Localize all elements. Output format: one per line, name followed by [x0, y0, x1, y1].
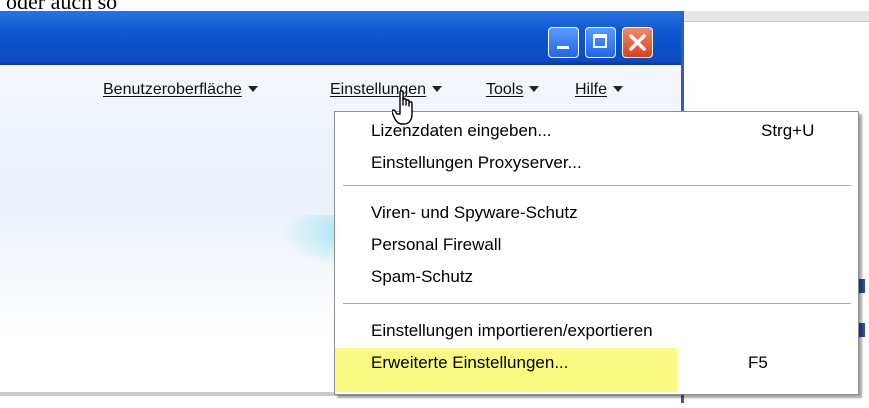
- menu-item-shortcut: F5: [748, 353, 768, 372]
- minimize-button[interactable]: [548, 27, 579, 58]
- menu-item-label: Viren- und Spyware-Schutz: [371, 203, 578, 222]
- menu-item-label: Personal Firewall: [371, 235, 502, 254]
- close-button[interactable]: [622, 27, 653, 58]
- menu-item-label: Erweiterte Einstellungen...: [371, 353, 569, 372]
- dropdown-arrow-icon: [247, 86, 258, 92]
- menu-item-proxyserver[interactable]: Einstellungen Proxyserver...: [335, 148, 858, 180]
- minimize-icon: [557, 46, 569, 49]
- menu-item-personal-firewall[interactable]: Personal Firewall: [335, 230, 858, 262]
- menu-item-import-export[interactable]: Einstellungen importieren/exportieren: [335, 316, 858, 348]
- menu-item-spam-schutz[interactable]: Spam-Schutz: [335, 262, 858, 294]
- close-icon: [629, 34, 646, 51]
- menu-item-label: Einstellungen Proxyserver...: [371, 153, 582, 172]
- menu-item-label: Spam-Schutz: [371, 267, 474, 286]
- maximize-button[interactable]: [585, 27, 616, 58]
- menu-item-viren-spyware-schutz[interactable]: Viren- und Spyware-Schutz: [335, 198, 858, 230]
- dropdown-arrow-icon: [613, 86, 624, 92]
- title-bar: [0, 11, 681, 65]
- menu-item-label: Einstellungen importieren/exportieren: [371, 321, 653, 340]
- menu-label: Hilfe: [575, 81, 608, 98]
- dropdown-arrow-icon: [432, 86, 443, 92]
- background-window-fragment: [859, 323, 865, 337]
- background-window-fragment: [859, 279, 865, 293]
- menu-label: Benutzeroberfläche: [103, 81, 242, 98]
- dropdown-arrow-icon: [529, 86, 540, 92]
- background-window-titlebar: [684, 11, 869, 22]
- menu-hilfe[interactable]: Hilfe: [575, 81, 624, 99]
- maximize-icon: [593, 34, 607, 48]
- menu-tools[interactable]: Tools: [486, 81, 540, 99]
- menu-item-shortcut: Strg+U: [761, 121, 815, 140]
- einstellungen-dropdown-menu: Lizenzdaten eingeben... Strg+U Einstellu…: [334, 111, 859, 395]
- menu-item-erweiterte-einstellungen[interactable]: Erweiterte Einstellungen... F5: [335, 348, 858, 380]
- menu-separator: [343, 303, 851, 305]
- hand-cursor-icon: [392, 90, 413, 125]
- menu-separator: [343, 185, 851, 187]
- menu-einstellungen[interactable]: Einstellungen: [330, 81, 443, 99]
- menu-benutzeroberflaeche[interactable]: Benutzeroberfläche: [103, 81, 258, 99]
- menu-label: Tools: [486, 81, 524, 98]
